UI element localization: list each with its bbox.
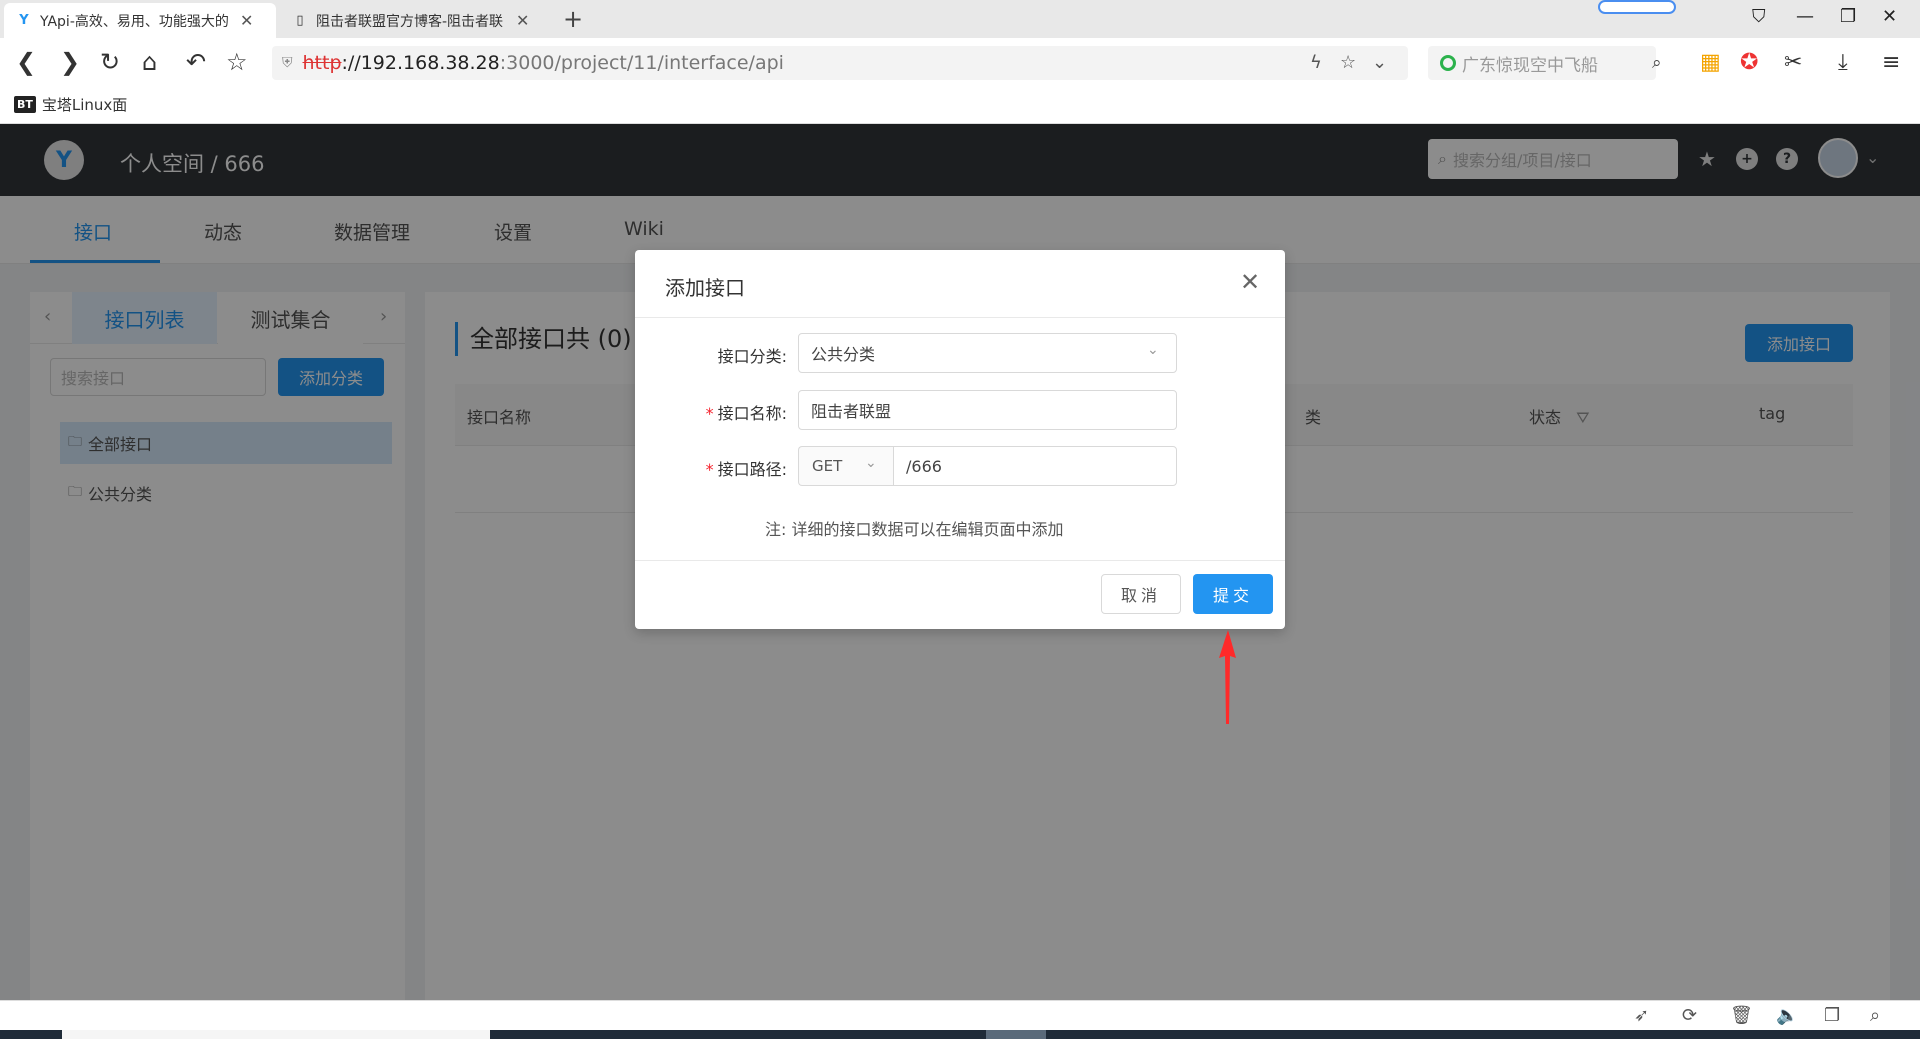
download-icon[interactable]: ⤓ bbox=[1838, 50, 1848, 75]
os-taskbar bbox=[0, 1030, 1920, 1039]
back-icon[interactable]: ❮ bbox=[16, 48, 36, 76]
interface-name-input[interactable]: 阻击者联盟 bbox=[798, 390, 1177, 430]
url-field[interactable]: ⛨ http://192.168.38.28:3000/project/11/i… bbox=[272, 46, 1408, 80]
modal-header: 添加接口 ✕ bbox=[635, 250, 1285, 318]
lightning-icon[interactable]: ϟ bbox=[1310, 52, 1322, 73]
annotation-arrow-icon bbox=[1219, 630, 1236, 724]
close-tab-icon[interactable]: ✕ bbox=[516, 11, 529, 30]
path-label: * 接口路径: bbox=[705, 460, 787, 479]
cancel-button[interactable]: 取消 bbox=[1101, 574, 1181, 614]
search-engine-icon bbox=[1440, 55, 1456, 71]
browser-tab-bar: Y YApi-高效、易用、功能强大的 ✕ ▯ 阻击者联盟官方博客-阻击者联 ✕ … bbox=[0, 0, 1920, 38]
submit-button[interactable]: 提交 bbox=[1193, 574, 1273, 614]
browser-search-input[interactable]: 广东惊现空中飞船 ⌕ bbox=[1428, 46, 1662, 80]
new-tab-icon[interactable]: + bbox=[563, 5, 583, 33]
taskbar-item[interactable] bbox=[986, 1030, 1046, 1039]
required-mark: * bbox=[705, 460, 714, 479]
document-icon: ▯ bbox=[296, 13, 304, 28]
browser-tab-yapi[interactable]: Y YApi-高效、易用、功能强大的 ✕ bbox=[4, 3, 276, 38]
method-select[interactable]: GET ⌄ bbox=[798, 446, 894, 486]
interface-path-input[interactable]: /666 bbox=[893, 446, 1177, 486]
browser-tab-blog[interactable]: ▯ 阻击者联盟官方博客-阻击者联 ✕ bbox=[280, 3, 552, 38]
bookmarks-bar: BT 宝塔Linux面 bbox=[0, 86, 1920, 124]
name-label: * 接口名称: bbox=[705, 404, 787, 423]
chevron-down-icon[interactable]: ⌄ bbox=[1372, 52, 1387, 73]
shirt-icon[interactable]: ⛉ bbox=[1752, 6, 1766, 27]
close-window-icon[interactable]: ✕ bbox=[1882, 6, 1897, 27]
window-icon[interactable]: ❐ bbox=[1824, 1005, 1840, 1026]
category-select[interactable]: 公共分类 bbox=[798, 333, 1177, 373]
scissors-icon[interactable]: ✂ bbox=[1784, 50, 1802, 75]
minimize-icon[interactable]: — bbox=[1796, 6, 1814, 27]
close-icon[interactable]: ✕ bbox=[1240, 268, 1260, 296]
menu-icon[interactable]: ≡ bbox=[1882, 50, 1900, 75]
apps-grid-icon[interactable]: ▦ bbox=[1700, 50, 1721, 75]
bookmark-baota[interactable]: 宝塔Linux面 bbox=[42, 94, 127, 115]
window-indicator bbox=[1598, 0, 1676, 14]
chevron-down-icon[interactable]: ⌄ bbox=[1147, 342, 1159, 358]
browser-status-bar: ➶ ⟳ 🗑 🔈 ❐ ⌕ bbox=[0, 1000, 1920, 1030]
reload-icon[interactable]: ↻ bbox=[100, 48, 120, 76]
bookmark-star-icon[interactable]: ☆ bbox=[226, 48, 248, 76]
refresh-icon[interactable]: ⟳ bbox=[1682, 1005, 1697, 1026]
browser-address-bar: ❮ ❯ ↻ ⌂ ↶ ☆ ⛨ http://192.168.38.28:3000/… bbox=[0, 38, 1920, 86]
modal-footer-divider bbox=[635, 560, 1285, 561]
close-tab-icon[interactable]: ✕ bbox=[240, 11, 253, 30]
category-label: 接口分类: bbox=[717, 347, 787, 366]
required-mark: * bbox=[705, 404, 714, 423]
yapi-favicon-icon: Y bbox=[19, 13, 29, 28]
taskbar-item[interactable] bbox=[62, 1030, 490, 1039]
rocket-icon[interactable]: ➶ bbox=[1634, 1005, 1649, 1026]
favorite-star-icon[interactable]: ☆ bbox=[1340, 52, 1356, 73]
volume-icon[interactable]: 🔈 bbox=[1776, 1005, 1798, 1026]
add-interface-modal: 添加接口 ✕ 接口分类: 公共分类 ⌄ * 接口名称: 阻击者联盟 * 接口路径: … bbox=[635, 250, 1285, 629]
home-icon[interactable]: ⌂ bbox=[142, 48, 157, 76]
chevron-down-icon: ⌄ bbox=[865, 455, 877, 471]
modal-title: 添加接口 bbox=[665, 276, 745, 300]
restore-icon[interactable]: ❐ bbox=[1840, 6, 1856, 27]
zoom-icon[interactable]: ⌕ bbox=[1870, 1005, 1880, 1026]
trash-icon[interactable]: 🗑 bbox=[1730, 1005, 1753, 1026]
security-shield-icon: ⛨ bbox=[282, 55, 293, 71]
undo-icon[interactable]: ↶ bbox=[186, 48, 206, 76]
forward-icon[interactable]: ❯ bbox=[60, 48, 80, 76]
baota-icon: BT bbox=[14, 96, 36, 113]
search-icon[interactable]: ⌕ bbox=[1652, 53, 1662, 73]
game-icon[interactable]: ✪ bbox=[1740, 50, 1758, 75]
form-note: 注: 详细的接口数据可以在编辑页面中添加 bbox=[765, 520, 1064, 539]
